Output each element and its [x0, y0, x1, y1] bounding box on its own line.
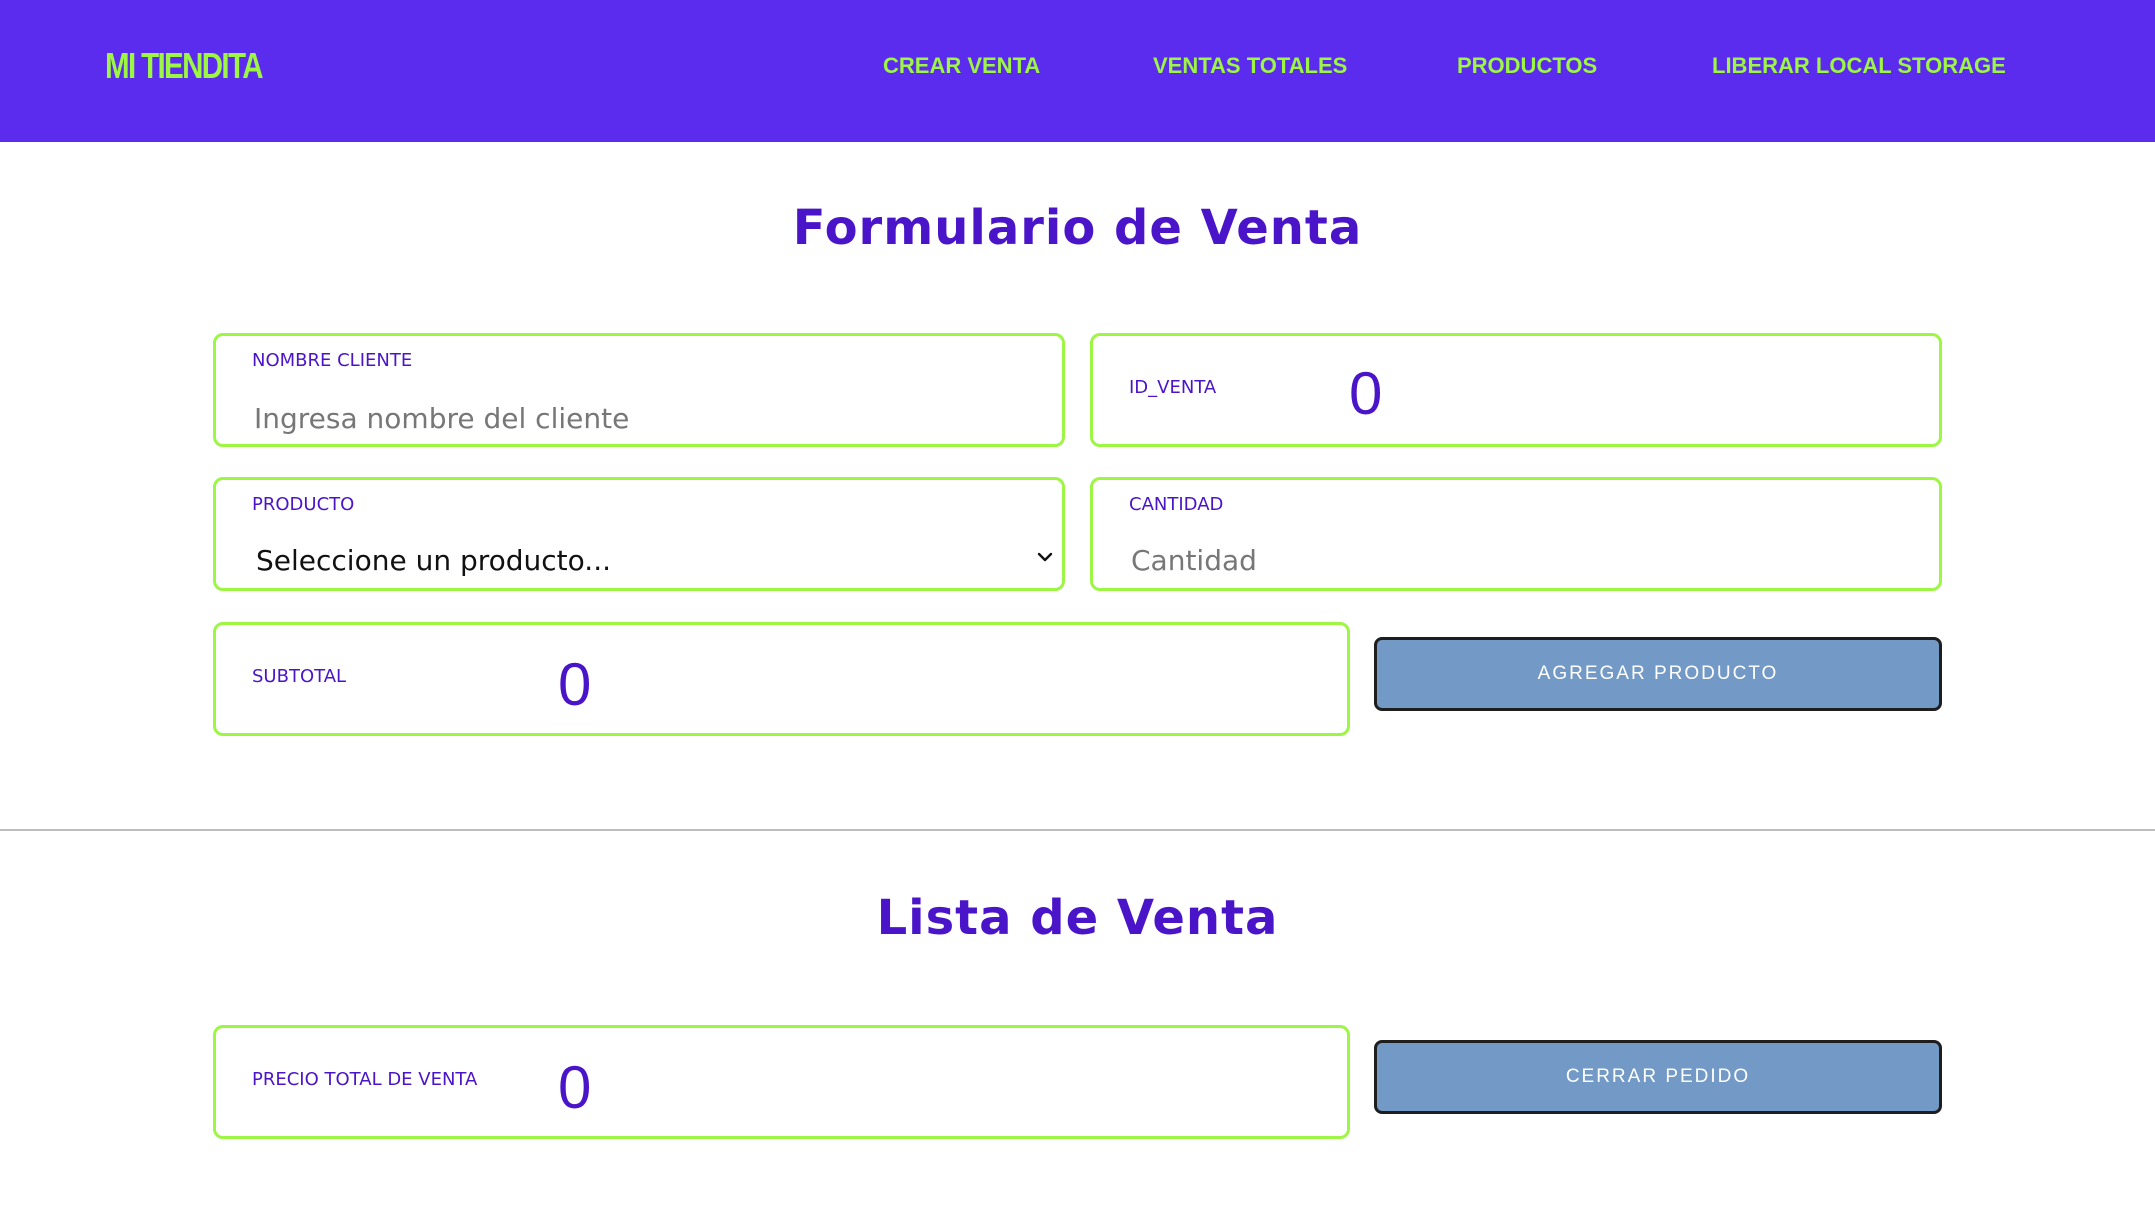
nombre-cliente-field: NOMBRE CLIENTE [213, 333, 1065, 447]
precio-total-label: PRECIO TOTAL DE VENTA [252, 1069, 478, 1090]
id-venta-field: ID_VENTA 0 [1090, 333, 1942, 447]
cantidad-field: CANTIDAD [1090, 477, 1942, 591]
chevron-down-icon [1037, 552, 1053, 562]
nombre-cliente-label: NOMBRE CLIENTE [252, 350, 413, 371]
nombre-cliente-input[interactable] [254, 398, 1014, 438]
cantidad-input[interactable] [1131, 538, 1891, 582]
precio-total-value: 0 [558, 1054, 592, 1121]
subtotal-value: 0 [558, 651, 592, 718]
brand-logo[interactable]: MI TIENDITA [105, 42, 264, 90]
cerrar-pedido-button[interactable]: CERRAR PEDIDO [1374, 1040, 1942, 1114]
subtotal-label: SUBTOTAL [252, 666, 347, 687]
cantidad-label: CANTIDAD [1129, 494, 1224, 515]
producto-label: PRODUCTO [252, 494, 355, 515]
agregar-producto-button[interactable]: AGREGAR PRODUCTO [1374, 637, 1942, 711]
list-title: Lista de Venta [876, 890, 1279, 946]
subtotal-field: SUBTOTAL 0 [213, 622, 1350, 736]
id-venta-label: ID_VENTA [1129, 377, 1217, 398]
producto-field: PRODUCTO Seleccione un producto... [213, 477, 1065, 591]
section-divider [0, 829, 2155, 831]
nav-link-productos[interactable]: PRODUCTOS [1457, 50, 1597, 82]
id-venta-value: 0 [1349, 360, 1383, 427]
form-title: Formulario de Venta [792, 200, 1363, 256]
nav-link-crear-venta[interactable]: CREAR VENTA [883, 50, 1040, 82]
navbar: MI TIENDITA CREAR VENTA VENTAS TOTALES P… [0, 0, 2155, 142]
producto-select[interactable]: Seleccione un producto... [256, 538, 1016, 582]
nav-link-ventas-totales[interactable]: VENTAS TOTALES [1153, 50, 1347, 82]
precio-total-field: PRECIO TOTAL DE VENTA 0 [213, 1025, 1350, 1139]
nav-link-liberar-local-storage[interactable]: LIBERAR LOCAL STORAGE [1712, 50, 2006, 82]
